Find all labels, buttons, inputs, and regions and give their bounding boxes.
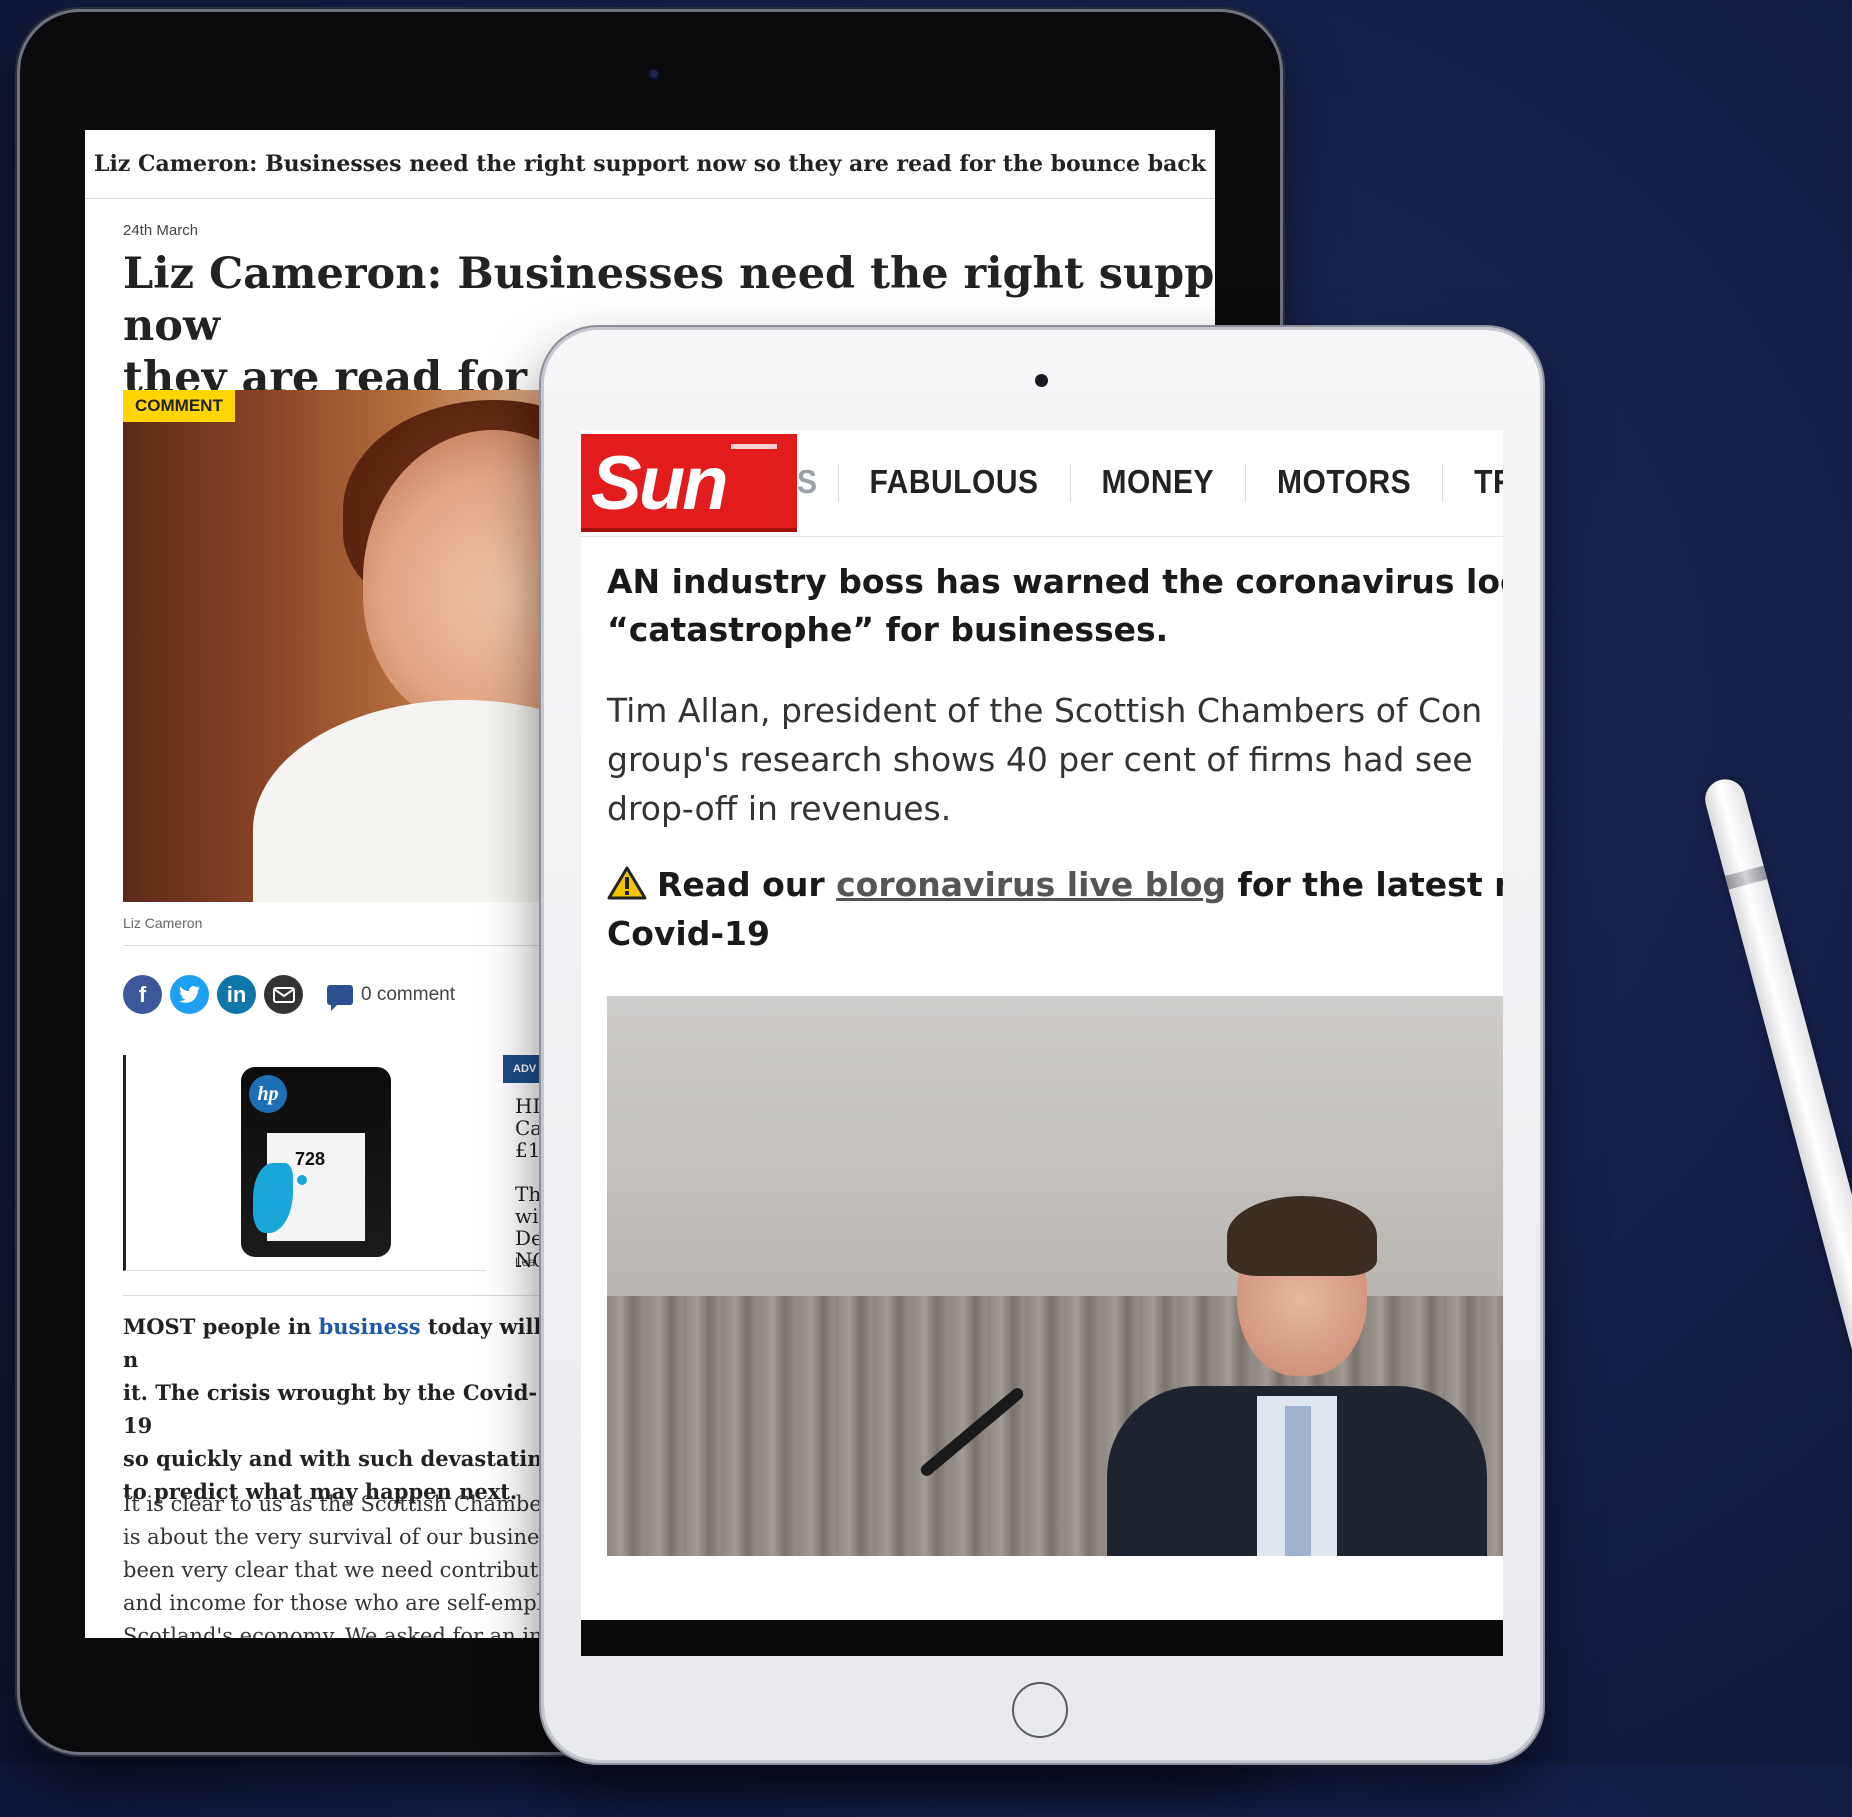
nav-item-motors[interactable]: MOTORS: [1246, 464, 1442, 501]
site-navigation: S FABULOUS MONEY MOTORS TRAVEL Sun: [581, 430, 1503, 537]
nav-item-partial[interactable]: S: [797, 464, 838, 501]
ink-cartridge-image: hp 728: [241, 1067, 391, 1257]
advert-image[interactable]: hp 728: [123, 1055, 486, 1271]
comment-icon: [327, 984, 353, 1011]
front-camera-icon: [1035, 374, 1048, 387]
logo-strapline: [731, 444, 777, 449]
blog-line-2: Covid-19: [607, 914, 770, 953]
twitter-icon[interactable]: [170, 975, 209, 1014]
sticky-article-title[interactable]: Liz Cameron: Businesses need the right s…: [85, 130, 1215, 199]
cartridge-number: 728: [295, 1149, 326, 1169]
front-camera-icon: [648, 68, 660, 80]
nav-menu: S FABULOUS MONEY MOTORS TRAVEL: [797, 430, 1503, 536]
article-date: 24th March: [123, 222, 199, 239]
warning-triangle-icon: [607, 866, 647, 900]
blog-suffix: for the latest new: [1237, 865, 1504, 904]
image-caption: Liz Cameron: [123, 915, 203, 931]
pencil-band: [1725, 865, 1768, 890]
article-photo[interactable]: [607, 996, 1503, 1556]
body-paragraph: It is clear to us as the Scottish Chambe…: [123, 1492, 563, 1638]
divider: [123, 1295, 563, 1296]
photo-hair: [1227, 1196, 1377, 1276]
hp-logo-icon: hp: [249, 1075, 287, 1113]
photo-tie: [1285, 1406, 1311, 1556]
business-link[interactable]: business: [319, 1314, 421, 1339]
live-blog-link[interactable]: coronavirus live blog: [836, 865, 1226, 904]
facebook-icon[interactable]: f: [123, 975, 162, 1014]
sun-logo[interactable]: Sun: [581, 434, 797, 532]
linkedin-icon[interactable]: in: [217, 975, 256, 1014]
divider: [123, 945, 603, 946]
hero-photo: [123, 390, 603, 902]
email-icon[interactable]: [264, 975, 303, 1014]
cyan-dot-icon: [297, 1175, 307, 1185]
live-blog-callout: Read our coronavirus live blog for the l…: [607, 860, 1503, 958]
nav-item-fabulous[interactable]: FABULOUS: [839, 464, 1070, 501]
lead-paragraph: MOST people in business today will n it.…: [123, 1310, 563, 1508]
logo-wordmark: Sun: [591, 441, 729, 526]
share-bar: f in 0 comment: [123, 975, 455, 1014]
lead-text-start: MOST people in: [123, 1314, 319, 1339]
cartridge-label: 728: [253, 1133, 365, 1241]
category-badge[interactable]: COMMENT: [123, 390, 235, 422]
ink-splash: [253, 1163, 293, 1233]
article-intro: AN industry boss has warned the coronavi…: [607, 562, 1503, 649]
front-tablet: S FABULOUS MONEY MOTORS TRAVEL Sun AN in…: [544, 330, 1540, 1760]
comment-count: 0 comment: [361, 983, 455, 1005]
stylus-pencil: [1700, 774, 1852, 1810]
bottom-bar: [581, 1620, 1503, 1656]
front-tablet-screen: S FABULOUS MONEY MOTORS TRAVEL Sun AN in…: [581, 430, 1503, 1656]
lead-text-rest: today will n it. The crisis wrought by t…: [123, 1314, 558, 1504]
comments-link[interactable]: 0 comment: [327, 983, 455, 1011]
blog-prefix: Read our: [657, 865, 837, 904]
nav-item-travel[interactable]: TRAVEL: [1443, 464, 1503, 501]
home-button[interactable]: [1012, 1682, 1068, 1738]
article-paragraph: Tim Allan, president of the Scottish Cha…: [607, 691, 1483, 828]
nav-item-money[interactable]: MONEY: [1071, 464, 1246, 501]
advert-learn-more[interactable]: Lea: [515, 1255, 535, 1269]
